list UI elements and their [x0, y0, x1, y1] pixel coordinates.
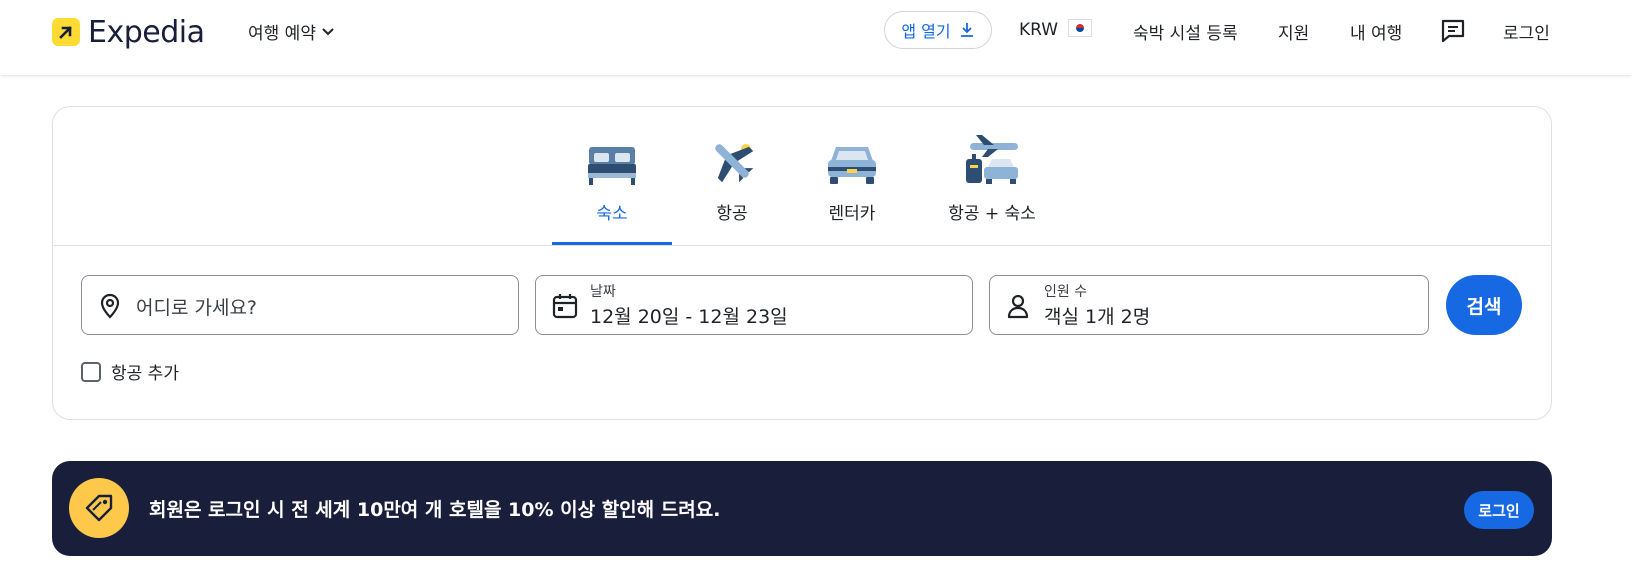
tab-flights[interactable]: 항공: [672, 131, 792, 245]
bed-icon: [586, 131, 638, 187]
sign-in-link[interactable]: 로그인: [1503, 19, 1550, 44]
list-property-link[interactable]: 숙박 시설 등록: [1133, 19, 1238, 44]
logo-text: Expedia: [88, 14, 205, 50]
tab-cars-label: 렌터카: [828, 204, 876, 224]
banner-sign-in-button[interactable]: 로그인: [1464, 491, 1534, 529]
top-navigation-bar: Expedia 여행 예약 앱 열기 KRW 숙박 시설 등록 지원 내 여행 …: [0, 0, 1632, 75]
currency-selector[interactable]: KRW: [1019, 19, 1093, 40]
member-discount-banner: 회원은 로그인 시 전 세계 10만여 개 호텔을 10% 이상 할인해 드려요…: [52, 461, 1552, 556]
location-pin-icon: [98, 293, 122, 323]
calendar-icon: [552, 293, 578, 323]
add-flight-checkbox[interactable]: [81, 361, 101, 382]
tab-stays-label: 숙소: [596, 204, 628, 224]
tab-stays[interactable]: 숙소: [552, 131, 672, 245]
my-trips-link[interactable]: 내 여행: [1350, 19, 1402, 44]
travelers-field[interactable]: 인원 수 객실 1개 2명: [989, 275, 1429, 335]
chat-icon[interactable]: [1440, 18, 1466, 48]
open-app-label: 앱 열기: [901, 22, 951, 41]
travelers-value: 객실 1개 2명: [1044, 306, 1151, 328]
korea-flag-icon: [1068, 19, 1093, 37]
tabs-divider: [53, 245, 1551, 246]
add-flight-label: 항공 추가: [111, 364, 179, 384]
person-icon: [1006, 293, 1030, 323]
tab-cars[interactable]: 렌터카: [792, 131, 912, 245]
search-form-card: 숙소 항공 렌터카 항공 + 숙소 어디로 가세요? 날짜 12월 20일 - …: [52, 106, 1552, 420]
tab-flight-hotel-label: 항공 + 숙소: [948, 204, 1036, 224]
tab-flight-hotel[interactable]: 항공 + 숙소: [912, 131, 1072, 245]
date-value: 12월 20일 - 12월 23일: [590, 306, 788, 328]
download-icon: [960, 23, 973, 37]
currency-label: KRW: [1019, 20, 1059, 40]
airplane-icon: [706, 131, 758, 187]
support-link[interactable]: 지원: [1278, 19, 1309, 44]
destination-placeholder: 어디로 가세요?: [136, 297, 258, 319]
tab-flights-label: 항공: [716, 204, 748, 224]
search-button[interactable]: 검색: [1446, 275, 1522, 335]
expedia-logo[interactable]: Expedia: [52, 14, 205, 50]
trip-menu-label: 여행 예약: [248, 24, 316, 44]
travelers-label: 인원 수: [1044, 284, 1088, 300]
trip-planning-menu[interactable]: 여행 예약: [248, 19, 334, 44]
chevron-down-icon: [322, 27, 334, 35]
price-tag-icon: [69, 478, 129, 538]
car-icon: [824, 131, 880, 187]
destination-field[interactable]: 어디로 가세요?: [81, 275, 519, 335]
date-field[interactable]: 날짜 12월 20일 - 12월 23일: [535, 275, 973, 335]
plane-luggage-icon: [962, 131, 1022, 187]
date-label: 날짜: [590, 284, 616, 300]
logo-arrow-icon: [52, 18, 80, 46]
open-app-button[interactable]: 앱 열기: [884, 11, 992, 49]
add-flight-option[interactable]: 항공 추가: [81, 359, 179, 384]
banner-message: 회원은 로그인 시 전 세계 10만여 개 호텔을 10% 이상 할인해 드려요…: [149, 499, 721, 521]
